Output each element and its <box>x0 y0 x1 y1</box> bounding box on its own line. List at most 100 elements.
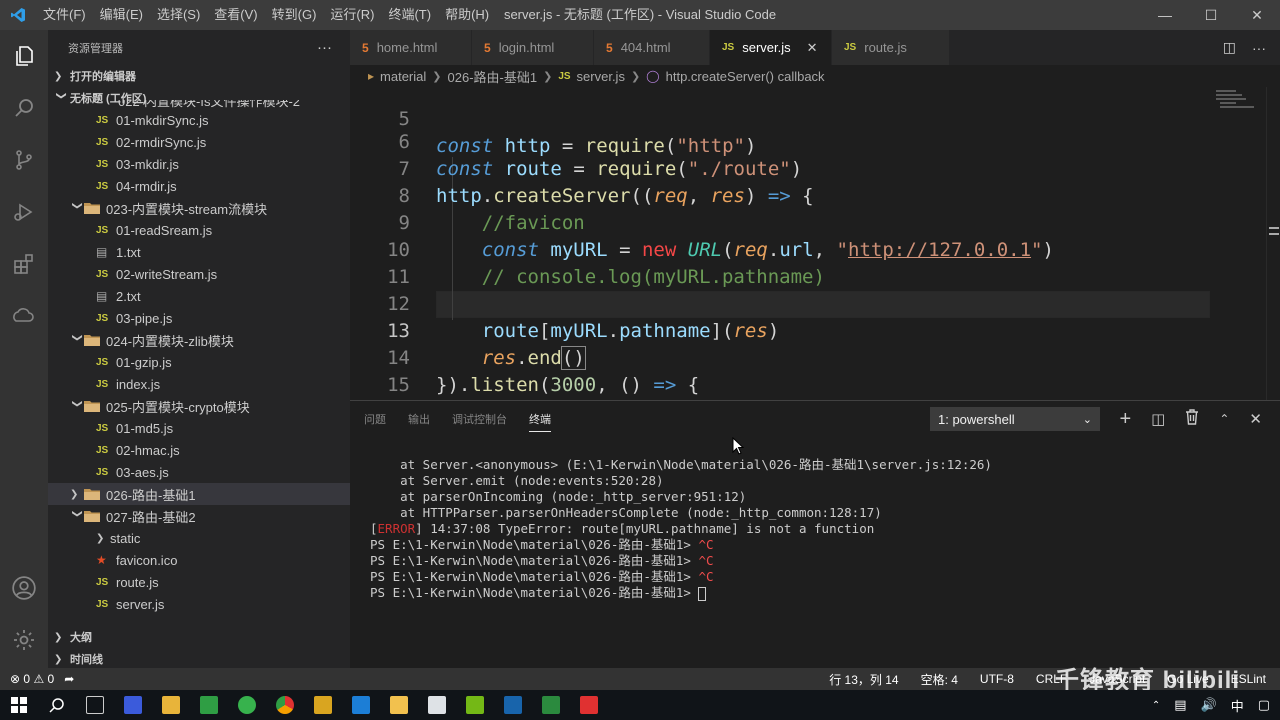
code-editor[interactable]: 5 const http = require("http") 6 const r… <box>350 87 1280 400</box>
volume-icon[interactable]: 🔊 <box>1201 697 1217 713</box>
tree-item[interactable]: JS route.js <box>48 571 350 593</box>
remote-explorer-icon[interactable] <box>0 290 48 342</box>
menu-edit[interactable]: 编辑(E) <box>93 0 150 30</box>
tree-item[interactable]: JS 01-readSream.js <box>48 219 350 241</box>
tree-item[interactable]: ❯ 027-路由-基础2 <box>48 505 350 527</box>
tree-item[interactable]: JS index.js <box>48 373 350 395</box>
minimap[interactable] <box>1214 87 1264 117</box>
source-control-icon[interactable] <box>0 134 48 186</box>
timeline-section[interactable]: ❯ 时间线 <box>48 648 350 668</box>
chrome-icon[interactable] <box>266 690 304 720</box>
settings-gear-icon[interactable] <box>0 614 48 666</box>
tree-item[interactable]: JS 01-gzip.js <box>48 351 350 373</box>
breadcrumb-item[interactable]: material <box>380 69 426 84</box>
run-debug-icon[interactable] <box>0 186 48 238</box>
app-book-icon[interactable] <box>190 690 228 720</box>
menu-view[interactable]: 查看(V) <box>207 0 264 30</box>
tab-problems[interactable]: 问题 <box>364 411 386 427</box>
more-actions-icon[interactable]: ··· <box>317 39 332 56</box>
terminal-output[interactable]: at Server.<anonymous> (E:\1-Kerwin\Node\… <box>370 441 992 633</box>
taskbar-search-icon[interactable] <box>38 690 76 720</box>
close-window-icon[interactable]: ✕ <box>1234 0 1280 30</box>
breadcrumb-item[interactable]: server.js <box>577 69 625 84</box>
live-share-icon[interactable]: ➦ <box>64 672 74 686</box>
breadcrumb-item[interactable]: 026-路由-基础1 <box>448 67 538 86</box>
open-editors-section[interactable]: ❯ 打开的编辑器 <box>48 65 350 87</box>
tab-server-js[interactable]: JS server.js ✕ <box>710 30 832 65</box>
terminal-select[interactable]: 1: powershell ⌄ <box>930 407 1100 431</box>
app-c-red-icon[interactable] <box>570 690 608 720</box>
tree-item[interactable]: ❯ static <box>48 527 350 549</box>
tree-item[interactable]: ▤ 2.txt <box>48 285 350 307</box>
app-photo-icon[interactable] <box>494 690 532 720</box>
app-gear-green-icon[interactable] <box>228 690 266 720</box>
new-terminal-icon[interactable]: + <box>1119 408 1131 431</box>
vscode-taskbar-icon[interactable] <box>342 690 380 720</box>
tab-route-js[interactable]: JS route.js <box>832 30 950 65</box>
indentation[interactable]: 空格: 4 <box>921 671 958 688</box>
tree-item[interactable]: ★ favicon.ico <box>48 549 350 571</box>
tree-item[interactable]: ❯ 023-内置模块-stream流模块 <box>48 197 350 219</box>
tree-item[interactable]: JS 03-aes.js <box>48 461 350 483</box>
minimize-icon[interactable]: — <box>1142 0 1188 30</box>
problems-indicator[interactable]: ⊗ 0 ⚠ 0 <box>10 672 54 686</box>
app-p-icon[interactable] <box>114 690 152 720</box>
tab-terminal[interactable]: 终端 <box>529 406 551 432</box>
menu-selection[interactable]: 选择(S) <box>150 0 207 30</box>
tree-item[interactable]: ❯ 024-内置模块-zlib模块 <box>48 329 350 351</box>
split-editor-icon[interactable]: ◫ <box>1223 39 1236 56</box>
tree-item[interactable]: JS 02-rmdirSync.js <box>48 131 350 153</box>
more-actions-icon[interactable]: ··· <box>1252 40 1266 56</box>
app-folder-icon[interactable] <box>152 690 190 720</box>
app-yellow-icon[interactable] <box>304 690 342 720</box>
tree-item-label: 1.txt <box>116 244 141 260</box>
menu-terminal[interactable]: 终端(T) <box>381 0 438 30</box>
tree-item[interactable]: JS 03-pipe.js <box>48 307 350 329</box>
tree-item[interactable]: JS 01-md5.js <box>48 417 350 439</box>
tree-item[interactable]: JS 04-rmdir.js <box>48 175 350 197</box>
editor-scrollbar[interactable] <box>1266 87 1280 400</box>
network-icon[interactable]: ▤ <box>1174 697 1186 713</box>
app-chart-icon[interactable] <box>456 690 494 720</box>
close-tab-icon[interactable]: ✕ <box>807 40 818 56</box>
file-explorer-icon[interactable] <box>380 690 418 720</box>
tab-output[interactable]: 输出 <box>408 411 430 427</box>
extensions-icon[interactable] <box>0 238 48 290</box>
menu-help[interactable]: 帮助(H) <box>438 0 496 30</box>
tab-404-html[interactable]: 5 404.html <box>594 30 710 65</box>
breadcrumb-item[interactable]: http.createServer() callback <box>666 69 825 84</box>
tree-item[interactable]: JS 02-hmac.js <box>48 439 350 461</box>
outline-section[interactable]: ❯ 大纲 <box>48 626 350 648</box>
cursor-position[interactable]: 行 13，列 14 <box>829 671 898 688</box>
tree-item[interactable]: ▤ 1.txt <box>48 241 350 263</box>
menu-run[interactable]: 运行(R) <box>323 0 381 30</box>
notification-icon[interactable]: ▢ <box>1258 697 1270 713</box>
tree-item[interactable]: JS server.js <box>48 593 350 615</box>
app-c-green-icon[interactable] <box>532 690 570 720</box>
tree-item[interactable]: JS 01-mkdirSync.js <box>48 109 350 131</box>
close-panel-icon[interactable]: ✕ <box>1249 410 1262 428</box>
maximize-icon[interactable]: ☐ <box>1188 0 1234 30</box>
account-icon[interactable] <box>0 562 48 614</box>
tree-item[interactable]: ❯ 025-内置模块-crypto模块 <box>48 395 350 417</box>
tree-item[interactable]: JS 03-mkdir.js <box>48 153 350 175</box>
tree-item-label: favicon.ico <box>116 552 178 568</box>
tree-item[interactable]: JS 02-writeStream.js <box>48 263 350 285</box>
tab-debug-console[interactable]: 调试控制台 <box>452 411 507 427</box>
windows-start-icon[interactable] <box>0 690 38 720</box>
app-text-icon[interactable] <box>418 690 456 720</box>
menu-go[interactable]: 转到(G) <box>265 0 324 30</box>
search-icon[interactable] <box>0 82 48 134</box>
ime-indicator[interactable]: 中 <box>1231 696 1244 715</box>
tab-home-html[interactable]: 5 home.html <box>350 30 472 65</box>
task-view-icon[interactable] <box>76 690 114 720</box>
tray-chevron-icon[interactable]: ⌃ <box>1152 700 1160 711</box>
tree-item[interactable]: ❯ 026-路由-基础1 <box>48 483 350 505</box>
menu-file[interactable]: 文件(F) <box>36 0 93 30</box>
trash-icon[interactable] <box>1185 409 1199 429</box>
explorer-icon[interactable] <box>0 30 48 82</box>
encoding[interactable]: UTF-8 <box>980 672 1014 686</box>
maximize-panel-icon[interactable]: ⌃ <box>1219 412 1229 426</box>
tab-login-html[interactable]: 5 login.html <box>472 30 594 65</box>
split-terminal-icon[interactable]: ◫ <box>1151 410 1165 428</box>
